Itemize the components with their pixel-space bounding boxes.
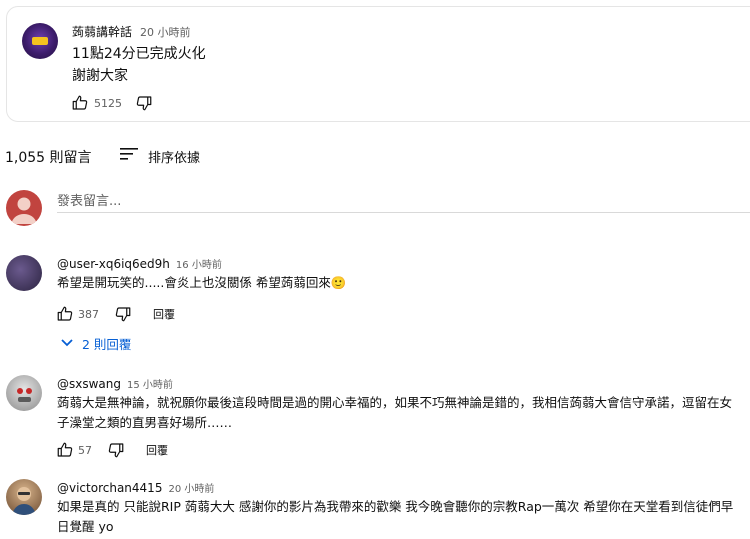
add-comment-input[interactable] <box>57 190 750 213</box>
comment-text-line: 蒟蒻大是無神論，就祝願你最後這段時間是過的開心幸福的，如果不巧無神論是錯的，我相… <box>57 395 733 410</box>
comment-count: 1,055 則留言 <box>5 150 92 166</box>
view-replies-button[interactable]: 2 則回覆 <box>60 334 131 353</box>
sort-button[interactable]: 排序依據 <box>118 145 200 167</box>
avatar[interactable] <box>6 479 42 515</box>
chevron-down-icon <box>60 336 74 351</box>
comment-author[interactable]: @user-xq6iq6ed9h <box>57 257 170 271</box>
post-actions: 5125 <box>70 93 154 113</box>
thumbs-up-icon[interactable] <box>70 93 90 113</box>
comment-text: 如果是真的 只能說RIP 蒟蒻大大 感謝你的影片為我帶來的歡樂 我今晚會聽你的宗… <box>57 497 747 537</box>
post-text-line-2: 謝謝大家 <box>72 68 128 84</box>
comment-text: 希望是開玩笑的.....會炎上也沒關係 希望蒟蒻回來🙂 <box>57 275 347 290</box>
thumbs-up-icon[interactable] <box>55 304 75 324</box>
comment-text-line: 子澡堂之類的直男喜好場所…… <box>57 415 233 430</box>
sort-label: 排序依據 <box>148 150 201 166</box>
comment-actions: 57 回覆 <box>55 440 168 460</box>
sort-icon <box>118 145 140 167</box>
comment-timestamp[interactable]: 20 小時前 <box>168 480 214 495</box>
comment-header: @victorchan4415 20 小時前 <box>57 480 214 495</box>
like-count: 387 <box>78 307 99 321</box>
comment-actions: 387 回覆 <box>55 304 175 324</box>
post-header: 蒟蒻講幹話 20 小時前 <box>72 23 191 40</box>
post-text-line-1: 11點24分已完成火化 <box>72 46 206 62</box>
post-author-name[interactable]: 蒟蒻講幹話 <box>72 23 132 40</box>
thumbs-down-icon[interactable] <box>113 304 133 324</box>
post-timestamp[interactable]: 20 小時前 <box>140 24 191 40</box>
post-like-count: 5125 <box>94 96 122 110</box>
comment-author[interactable]: @victorchan4415 <box>57 481 162 495</box>
comment-text: 蒟蒻大是無神論，就祝願你最後這段時間是過的開心幸福的，如果不巧無神論是錯的，我相… <box>57 393 747 433</box>
comment-text-line: 日覺醒 yo <box>57 519 114 534</box>
comment-timestamp[interactable]: 16 小時前 <box>176 256 222 271</box>
reply-button[interactable]: 回覆 <box>146 442 168 458</box>
comment-timestamp[interactable]: 15 小時前 <box>127 376 173 391</box>
comment-header: @user-xq6iq6ed9h 16 小時前 <box>57 256 222 271</box>
comment-author[interactable]: @sxswang <box>57 377 121 391</box>
creator-avatar[interactable] <box>22 23 58 59</box>
like-count: 57 <box>78 443 92 457</box>
creator-post-card: 蒟蒻講幹話 20 小時前 11點24分已完成火化 謝謝大家 5125 <box>6 6 750 122</box>
thumbs-down-icon[interactable] <box>134 93 154 113</box>
thumbs-up-icon[interactable] <box>55 440 75 460</box>
comment-header: @sxswang 15 小時前 <box>57 376 173 391</box>
thumbs-down-icon[interactable] <box>106 440 126 460</box>
avatar[interactable] <box>6 375 42 411</box>
reply-button[interactable]: 回覆 <box>153 306 175 322</box>
replies-label: 2 則回覆 <box>82 337 132 352</box>
comments-page: 蒟蒻講幹話 20 小時前 11點24分已完成火化 謝謝大家 5125 1,055… <box>0 0 750 539</box>
my-avatar <box>6 190 42 226</box>
comment-text-line: 如果是真的 只能說RIP 蒟蒻大大 感謝你的影片為我帶來的歡樂 我今晚會聽你的宗… <box>57 499 734 514</box>
avatar[interactable] <box>6 255 42 291</box>
avatar-badge <box>32 37 48 45</box>
